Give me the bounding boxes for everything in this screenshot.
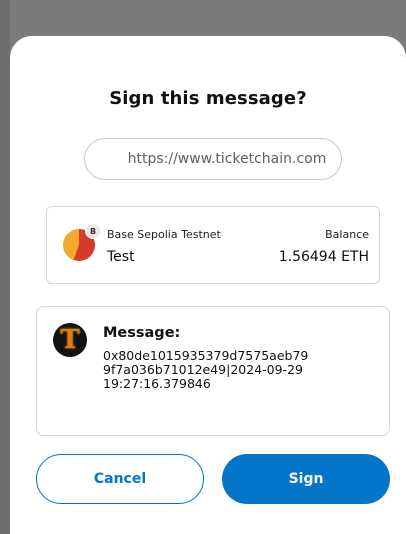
backdrop-overlay [0,0,10,534]
signature-request-sheet: Sign this message? https://www.ticketcha… [10,36,406,534]
balance-value: 1.56494 ETH [278,249,369,265]
account-card: B Base Sepolia Testnet Test Balance 1.56… [46,206,380,284]
origin-url: https://www.ticketchain.com [127,151,327,167]
network-name: Base Sepolia Testnet [107,228,221,241]
cancel-button[interactable]: Cancel [36,454,204,504]
balance-label: Balance [325,228,369,241]
message-line: 0x80de1015935379d7575aeb79 [103,348,309,363]
sign-button[interactable]: Sign [222,454,390,504]
dapp-logo-icon: T [53,323,87,357]
dialog-title: Sign this message? [109,88,307,109]
message-line: 9f7a036b71012e49|2024-09-29 [103,362,303,377]
account-name: Test [107,249,135,265]
message-label: Message: [103,325,181,341]
message-card[interactable]: T Message: 0x80de1015935379d7575aeb79 9f… [36,306,390,436]
network-badge-icon: B [85,223,101,239]
origin-pill: https://www.ticketchain.com [84,138,342,180]
dapp-logo-letter: T [60,325,80,355]
message-line: 19:27:16.379846 [103,376,211,391]
message-content: 0x80de1015935379d7575aeb79 9f7a036b71012… [103,349,333,391]
